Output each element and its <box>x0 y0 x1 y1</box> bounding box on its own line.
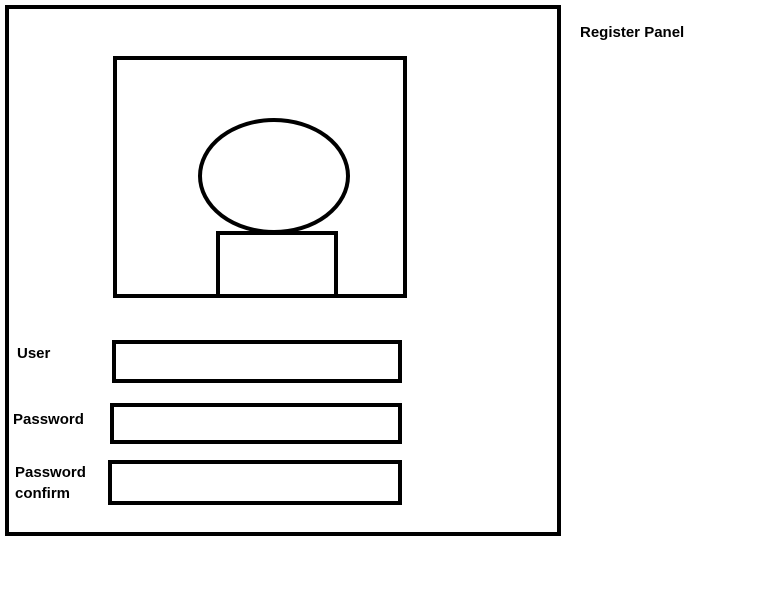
user-input[interactable] <box>112 340 402 383</box>
password-confirm-label: Password confirm <box>15 464 86 502</box>
password-input[interactable] <box>110 403 402 444</box>
avatar-head <box>198 118 350 234</box>
password-confirm-input[interactable] <box>108 460 402 505</box>
user-avatar-icon <box>198 118 350 294</box>
avatar-frame <box>113 56 407 298</box>
avatar-body <box>216 231 338 294</box>
password-label: Password <box>13 411 84 428</box>
user-label: User <box>17 345 51 362</box>
register-panel: User Password Password confirm <box>5 5 561 536</box>
panel-title: Register Panel <box>580 24 685 41</box>
